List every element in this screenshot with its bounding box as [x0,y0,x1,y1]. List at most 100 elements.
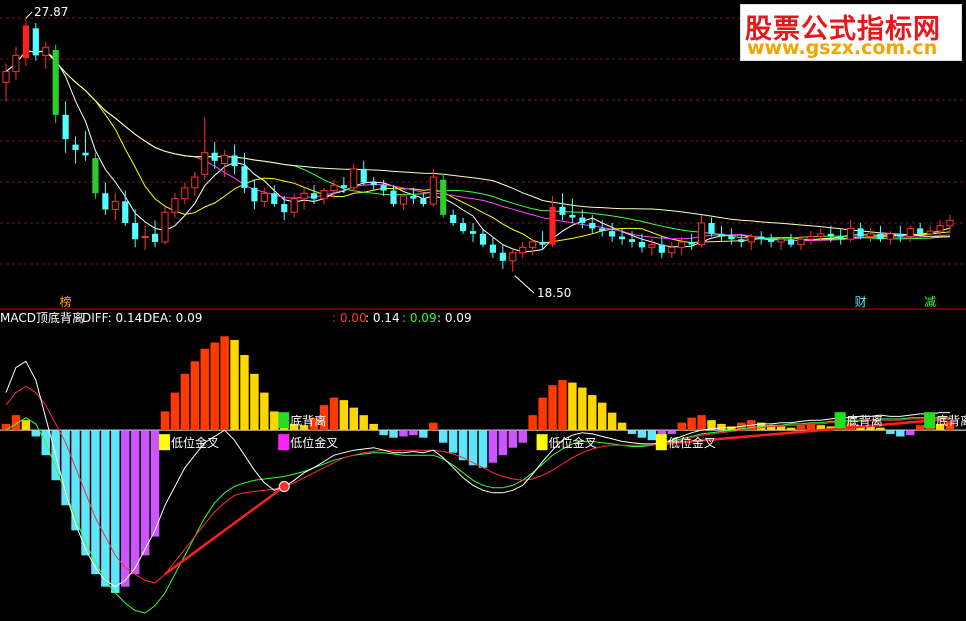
candle-body [758,236,765,240]
signal-label: 低位金叉 [171,435,219,450]
macd-bar [419,430,428,438]
macd-bar [379,430,388,436]
signal-box [655,434,667,451]
low-price-label: 18.50 [537,286,571,300]
candle-body [350,168,358,189]
candle-body [151,233,159,242]
macd-bar [578,387,587,431]
candle-body [420,198,427,205]
aux-value-2: : 0.14 [365,311,400,325]
diff-value-label: DIFF: 0.14 [82,311,142,325]
macd-bar [786,427,796,431]
high-price-pointer [25,11,33,19]
candle-body [817,233,825,238]
candle-body [161,211,169,243]
candle-body [628,239,636,242]
candle-body [807,236,815,240]
candle-body [866,233,875,238]
candle-body [360,168,367,183]
candle-body [271,193,278,205]
candle-body [2,71,10,83]
macd-bar [687,417,696,431]
chart-canvas[interactable]: 27.87 18.50 榜 财 减 MACD顶底背离 DIFF: 0.14 DEA:… [0,0,966,621]
macd-bar [170,392,180,431]
candle-body [290,198,298,213]
macd-bar [637,430,647,438]
candle-body [668,246,676,254]
candle-body [847,227,855,240]
aux-value-4: : 0.09 [437,311,472,325]
candle-body [221,154,229,165]
macd-bar [210,342,219,431]
candle-body [181,187,189,200]
candle-body [539,241,546,245]
candle-body [62,114,69,140]
candle-body [886,233,894,240]
signal-box [158,434,170,451]
candle-body [609,231,616,237]
macd-bar [1,423,11,431]
candle-body [231,155,238,167]
signal-label: 低位金叉 [668,435,716,450]
macd-bar [806,423,816,431]
signal-label: 低位金叉 [549,435,597,450]
signal-label: 底背离 [847,413,883,428]
indicator-name[interactable]: MACD顶底背离 [0,310,84,325]
candle-body [619,236,626,240]
candle-body [251,187,258,202]
signal-box [834,412,846,429]
macd-bar [260,392,269,431]
macd-bar [548,385,557,431]
candle-body [122,201,129,223]
candle-body [708,223,715,234]
candle-body [300,192,308,200]
candle-body [599,228,606,232]
candle-body [658,244,665,253]
dea-value-label: DEA: 0.09 [143,311,202,325]
candle-body [509,252,517,262]
signal-label: 底背离 [936,413,966,428]
macd-bar [488,430,498,463]
signal-box [536,434,548,451]
candle-body [469,231,477,234]
high-price-label: 27.87 [34,5,68,19]
candle-body [32,28,39,56]
candle-body [429,176,437,205]
macd-bar [896,430,905,437]
candle-body [489,244,496,253]
candle-body [837,236,844,240]
candle-body [132,223,139,240]
ma60-line [5,50,951,240]
candle-body [52,49,59,115]
macd-bar [647,430,657,441]
candle-body [340,185,347,188]
macd-bar [409,430,418,436]
macd-bar [369,423,378,431]
macd-bar [111,430,120,593]
macd-bar [568,382,577,431]
candle-body [281,204,288,213]
ma5-line [5,50,951,253]
macd-bar [717,423,726,431]
divergence-point [278,481,290,493]
macd-bar [230,340,239,431]
macd-bar [498,430,508,456]
candle-body [260,192,268,202]
macd-bar [458,430,468,461]
low-price-pointer [514,275,535,294]
macd-bar [886,430,895,434]
candle-body [559,206,566,215]
macd-bar [588,395,597,431]
macd-bar [468,430,478,466]
candle-body [201,152,209,175]
macd-bar [667,430,676,434]
macd-bar [776,426,786,431]
candle-body [688,241,695,245]
candle-body [310,193,318,199]
macd-bar [140,430,150,556]
site-watermark-logo: 股票公式指标网 www.gszx.com.cn [740,4,962,61]
macd-bar [617,422,627,431]
candle-body [330,184,338,192]
macd-bar [180,373,190,431]
candle-body [111,200,119,210]
